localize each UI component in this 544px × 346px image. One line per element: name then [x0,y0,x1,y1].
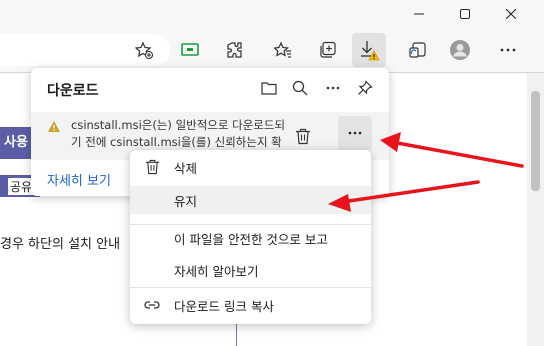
share-button[interactable] [404,36,432,64]
screencast-icon [181,43,199,56]
menu-item-learn-more-label: 자세히 알아보기 [174,263,259,279]
menu-item-keep[interactable]: 유지 [130,186,371,214]
profile-button[interactable] [446,36,474,64]
downloads-icon [361,41,380,61]
collections-button[interactable] [314,36,342,64]
download-warning-message: csinstall.msi은(는) 일반적으로 다운로드되 기 전에 csins… [71,117,311,151]
menu-separator [130,287,371,288]
downloads-title: 다운로드 [47,83,99,99]
folder-icon [261,82,277,95]
menu-item-keep-label: 유지 [174,193,198,209]
menu-item-report-safe-label: 이 파일을 안전한 것으로 보고 [174,231,328,247]
screencast-button[interactable] [176,36,204,64]
collections-icon [320,41,336,58]
download-item-more-button[interactable] [338,116,372,150]
more-icon [348,131,362,135]
favorites-add-button[interactable] [130,36,158,64]
download-context-menu: 삭제 유지 이 파일을 안전한 것으로 보고 자세히 알아보기 다운로드 링크 … [130,150,371,324]
close-button[interactable] [488,0,534,28]
scrollbar[interactable] [527,73,544,346]
settings-more-button[interactable] [494,36,522,64]
pin-icon [358,80,373,95]
download-warning-line2: 기 전에 csinstall.msi을(를) 신뢰하는지 확 [71,135,282,149]
maximize-button[interactable] [442,0,488,28]
minimize-icon [414,13,424,15]
favorites-button[interactable] [269,36,297,64]
menu-item-delete-label: 삭제 [174,160,198,176]
favorites-icon [274,41,291,58]
search-icon [292,80,308,96]
close-icon [506,9,516,19]
extensions-button[interactable] [221,36,249,64]
trash-icon [296,128,310,144]
downloads-button[interactable] [352,33,386,67]
warning-icon [48,121,60,132]
link-icon [142,295,162,315]
menu-item-copy-link[interactable]: 다운로드 링크 복사 [130,291,371,319]
title-bar [0,0,544,28]
menu-item-report-safe[interactable]: 이 파일을 안전한 것으로 보고 [130,224,371,252]
menu-item-learn-more[interactable]: 자세히 알아보기 [130,256,371,284]
profile-icon [450,40,470,60]
page-text: 경우 하단의 설치 안내 [0,237,121,252]
scrollbar-thumb[interactable] [531,91,540,191]
search-downloads-button[interactable] [290,78,310,98]
trash-icon [142,157,162,177]
download-warning-line1: csinstall.msi은(는) 일반적으로 다운로드되 [71,118,286,132]
browser-toolbar [0,28,544,72]
downloads-more-options-button[interactable] [323,78,343,98]
pin-panel-button[interactable] [355,78,375,98]
more-icon [500,48,516,52]
menu-item-copy-link-label: 다운로드 링크 복사 [174,298,274,314]
menu-item-delete[interactable]: 삭제 [130,153,371,181]
extensions-icon [227,42,242,58]
maximize-icon [460,9,470,19]
share-icon [409,42,426,58]
more-icon [326,86,340,90]
see-more-link[interactable]: 자세히 보기 [47,170,111,189]
delete-download-button[interactable] [293,126,313,146]
minimize-button[interactable] [396,0,442,28]
favorites-add-icon [135,41,153,59]
open-folder-button[interactable] [259,78,279,98]
